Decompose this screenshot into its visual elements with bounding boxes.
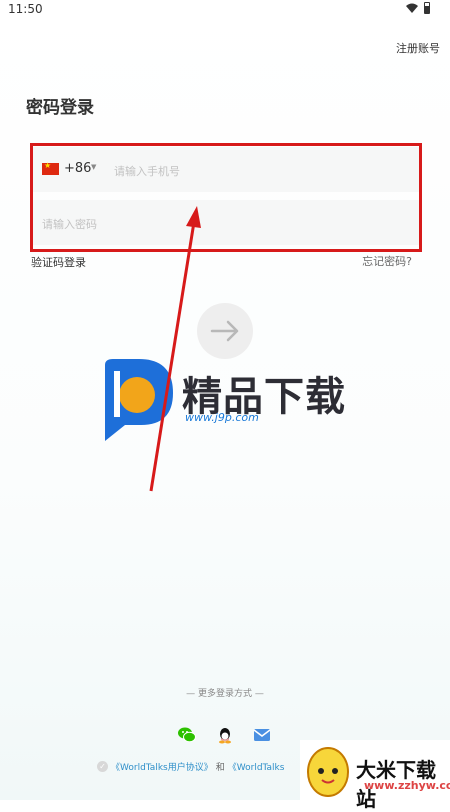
submit-button[interactable] (197, 303, 253, 359)
watermark-url: www.j9p.com (185, 411, 259, 424)
forgot-password-link[interactable]: 忘记密码? (362, 253, 412, 269)
password-input[interactable] (40, 213, 404, 235)
arrow-right-icon (210, 320, 239, 342)
agreement-checkbox[interactable]: ✓ (97, 761, 108, 772)
qq-icon[interactable] (216, 726, 234, 744)
battery-icon (424, 2, 430, 14)
page-title: 密码登录 (26, 98, 94, 118)
egg-mascot-icon (307, 747, 349, 797)
agreement-row: ✓ 《WorldTalks用户协议》 和 《WorldTalks (97, 760, 284, 773)
wifi-icon (406, 3, 418, 13)
status-time: 11:50 (8, 2, 43, 16)
phone-field: ★ +86 ▼ (30, 147, 420, 192)
status-icons (406, 2, 430, 14)
user-agreement-link[interactable]: 《WorldTalks用户协议》 (111, 760, 213, 773)
register-link[interactable]: 注册账号 (396, 40, 440, 56)
wechat-icon[interactable] (178, 726, 196, 744)
watermark-logo (105, 359, 173, 441)
country-code[interactable]: +86 (64, 161, 91, 176)
watermark2-url: www.zzhyw.com (364, 779, 450, 792)
agreement-and-text: 和 (215, 763, 225, 773)
password-field (30, 200, 420, 245)
privacy-policy-link[interactable]: 《WorldTalks (228, 760, 285, 773)
china-flag-icon[interactable]: ★ (42, 161, 59, 175)
mail-icon[interactable] (253, 726, 271, 744)
chevron-down-icon[interactable]: ▼ (91, 163, 96, 171)
sms-login-link[interactable]: 验证码登录 (31, 254, 86, 270)
more-login-label: — 更多登录方式 — (186, 689, 264, 699)
phone-input[interactable] (112, 160, 406, 182)
